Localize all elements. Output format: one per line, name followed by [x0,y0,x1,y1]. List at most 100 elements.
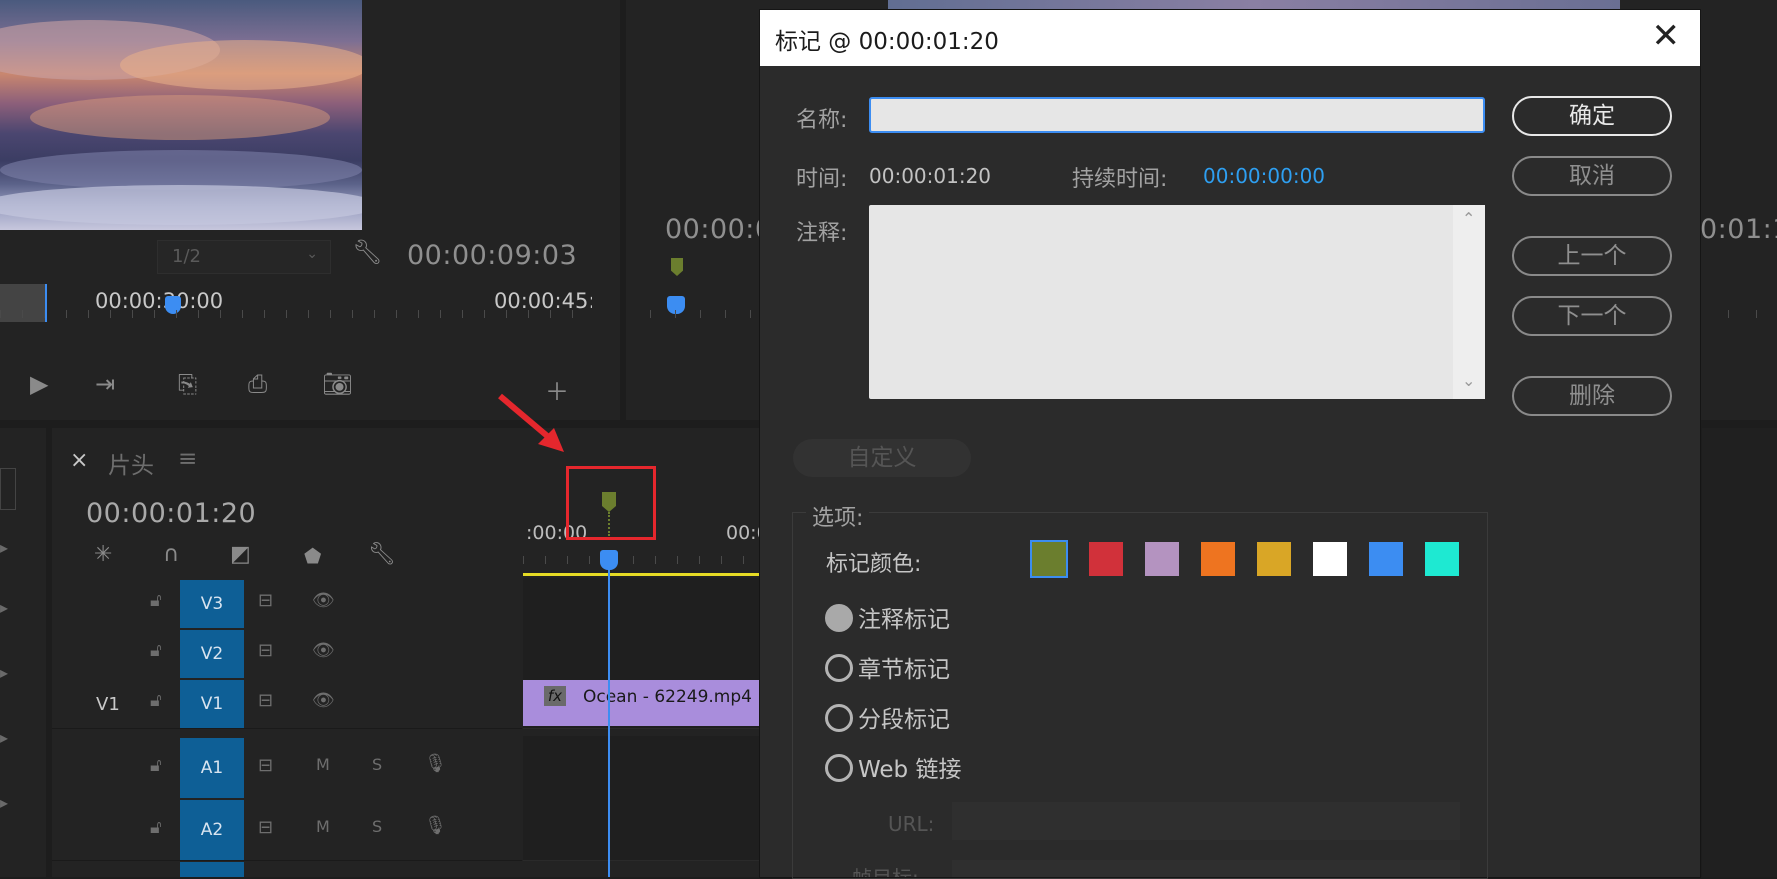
go-to-out-icon[interactable]: ⇥ [95,370,115,398]
program-duration: 0:01:1 [1700,214,1777,245]
color-swatch[interactable] [1313,542,1347,576]
comment-textarea[interactable]: ⌃ ⌄ [869,205,1485,399]
eye-icon[interactable]: 👁︎ [312,640,335,661]
color-swatch[interactable] [1257,542,1291,576]
marker-type-radio[interactable] [825,654,853,682]
color-swatch[interactable] [1145,542,1179,576]
color-swatch[interactable] [1201,542,1235,576]
panel-menu-icon[interactable]: ≡ [178,446,197,472]
add-marker-icon[interactable]: ⬟ [304,544,321,568]
camera-icon[interactable]: 📷︎ [322,370,352,398]
source-video-frame [0,0,362,230]
cancel-button[interactable]: 取消 [1512,156,1672,196]
previous-button[interactable]: 上一个 [1512,236,1672,276]
lock-icon[interactable]: 🔓︎ [150,755,162,776]
marker-type-label[interactable]: 章节标记 [858,650,950,684]
microphone-icon[interactable]: 🎙︎ [424,753,447,774]
lock-icon[interactable]: 🔓︎ [150,817,162,838]
solo-button[interactable]: S [372,817,382,836]
track-target-a1[interactable]: A1 [180,738,244,798]
sync-lock-icon[interactable]: ⊟ [258,590,273,611]
solo-button[interactable]: S [372,755,382,774]
lane-v3[interactable] [523,578,773,629]
sync-lock-icon[interactable]: ⊟ [258,817,273,838]
ok-button[interactable]: 确定 [1512,96,1672,136]
insert-icon[interactable]: ⎘ [178,370,197,398]
mute-button[interactable]: M [316,817,330,836]
sync-lock-icon[interactable]: ⊟ [258,690,273,711]
track-a1 [52,736,522,799]
lane-a2[interactable] [523,798,773,861]
marker-type-label[interactable]: 分段标记 [858,700,950,734]
marker-type-radio[interactable] [825,754,853,782]
ruler-tick [286,310,287,318]
sync-lock-icon[interactable]: ⊟ [258,755,273,776]
ruler-tick [545,556,546,564]
pen-tool[interactable]: ▸ [0,793,8,812]
ruler-tick [743,556,744,564]
url-input[interactable] [952,802,1460,840]
settings-wrench-icon[interactable]: 🔧︎ [368,542,396,567]
close-icon[interactable]: ✕ [1652,16,1681,56]
snap-icon[interactable]: ∩ [163,542,179,567]
marker-type-label[interactable]: Web 链接 [858,750,961,784]
marker-type-radio[interactable] [825,704,853,732]
comment-scrollbar[interactable]: ⌃ ⌄ [1453,205,1485,399]
source-patch-v1[interactable]: V1 [96,694,120,715]
track-target-v2[interactable]: V2 [180,630,244,678]
work-area-bar[interactable] [523,573,773,576]
microphone-icon[interactable]: 🎙︎ [424,815,447,836]
ruler-tick [88,310,89,318]
next-button[interactable]: 下一个 [1512,296,1672,336]
zoom-select[interactable]: 1/2 ⌄ [157,240,331,274]
nest-icon[interactable]: ✳︎ [94,542,112,567]
sequence-tab[interactable]: 片头 [108,446,154,480]
timeline-current-time[interactable]: 00:00:01:20 [86,498,256,529]
lane-v2[interactable] [523,628,773,679]
marker-name-input[interactable] [869,97,1485,133]
color-swatch[interactable] [1425,542,1459,576]
color-swatch[interactable] [1369,542,1403,576]
scroll-down-icon[interactable]: ⌄ [1462,371,1475,390]
track-target-a3[interactable] [180,862,244,877]
lock-icon[interactable]: 🔓︎ [150,690,162,711]
sync-lock-icon[interactable]: ⊟ [258,640,273,661]
mute-button[interactable]: M [316,755,330,774]
selection-tool[interactable] [0,468,16,510]
customize-button[interactable]: 自定义 [793,439,971,477]
marker-type-radio[interactable] [825,604,853,632]
slip-tool[interactable]: ▸ [0,728,8,747]
track-target-a2[interactable]: A2 [180,800,244,860]
color-swatch[interactable] [1089,542,1123,576]
linked-selection-icon[interactable]: ◩ [230,542,251,567]
lock-icon[interactable]: 🔓︎ [150,590,162,611]
duration-value[interactable]: 00:00:00:00 [1203,164,1325,188]
eye-icon[interactable]: 👁︎ [312,690,335,711]
track-select-tool[interactable]: ▸ [0,538,8,557]
ruler-tick [1728,310,1729,318]
play-icon[interactable]: ▶︎ [30,370,48,398]
overwrite-icon[interactable]: ⎙ [248,370,267,398]
ruler-tick [589,556,590,564]
marker-type-label[interactable]: 注释标记 [858,600,950,634]
ruler-tick [242,310,243,318]
tools-panel: ▸ ▸ ▸ ▸ ▸ [0,428,46,877]
ruler-tick [352,310,353,318]
lock-icon[interactable]: 🔓︎ [150,640,162,661]
color-swatch[interactable] [1030,540,1068,578]
ruler-tick [308,310,309,318]
eye-icon[interactable]: 👁︎ [312,590,335,611]
lane-a1[interactable] [523,736,773,799]
razor-tool[interactable]: ▸ [0,663,8,682]
delete-button[interactable]: 删除 [1512,376,1672,416]
ruler-tick [44,310,45,318]
scroll-up-icon[interactable]: ⌃ [1462,209,1475,228]
track-target-v1[interactable]: V1 [180,680,244,728]
ripple-tool[interactable]: ▸ [0,598,8,617]
wrench-icon[interactable]: 🔧︎ [352,238,382,266]
video-clip[interactable]: fx Ocean - 62249.mp4 [523,680,773,726]
ruler-tick [484,310,485,318]
frame-target-input[interactable] [952,860,1460,877]
close-sequence-icon[interactable]: × [70,448,88,473]
track-target-v3[interactable]: V3 [180,580,244,628]
